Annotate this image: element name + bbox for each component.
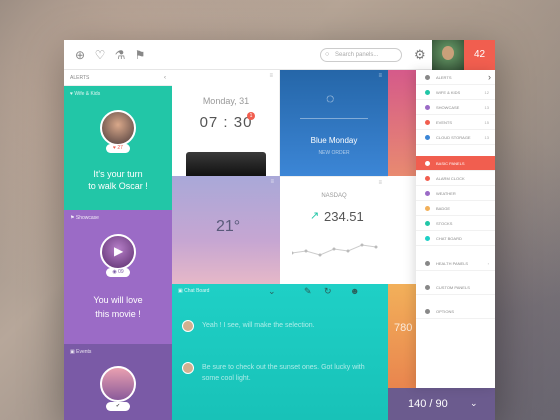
menu-icon[interactable]: ≡ [378,180,382,186]
bp-value: 140 / 90 [408,398,448,410]
chat-message: Yeah ! I see, will make the selection. [202,322,315,329]
card-title: ▣ Events [70,349,92,355]
dropdown-item-custom-panels[interactable]: CUSTOM PANELS [416,280,495,295]
panels-dropdown[interactable]: ALERTS › WIFE & KIDS 12 SHOWCASE 13 EVEN… [416,70,495,388]
user-avatar[interactable] [432,40,464,70]
top-bar: ⊕ ♡ ⚗ ⚑ ○ Search panels... ⚙ 42 [64,40,495,70]
contact-photo [100,110,136,146]
card-title: ♥ Wife & Kids [70,91,101,97]
dropdown-item-alarm-clock[interactable]: ALARM CLOCK [416,171,495,186]
dashboard-window: ⊕ ♡ ⚗ ⚑ ○ Search panels... ⚙ 42 ALERTS ‹… [64,40,495,420]
dropdown-item-wife-kids[interactable]: WIFE & KIDS 12 [416,85,495,100]
song-title: Blue Monday [310,136,358,145]
add-icon[interactable]: ⊕ [72,47,88,63]
alerts-header[interactable]: ALERTS ‹ [64,70,172,86]
gear-icon[interactable]: ⚙ [414,47,426,63]
chevron-down-icon[interactable]: ⌄ [268,286,276,297]
movie-photo: ▶ [100,234,136,270]
dropdown-item-chat-board[interactable]: CHAT BOARD [416,231,495,246]
stock-sparkline [292,243,378,257]
dropdown-item-weather[interactable]: WEATHER [416,186,495,201]
dropdown-item-showcase[interactable]: SHOWCASE 13 [416,100,495,115]
chevron-left-icon[interactable]: ‹ [164,70,166,86]
blood-pressure-card[interactable]: 140 / 90 ⌄ [388,388,495,420]
dropdown-item-events[interactable]: EVENTS 15 [416,115,495,130]
play-icon[interactable]: ▶ [114,244,123,258]
stock-card[interactable]: ≡ NASDAQ ↗ 234.51 [280,176,388,284]
refresh-icon[interactable]: ↻ [324,286,332,297]
chevron-right-icon[interactable]: › [488,256,489,271]
search-placeholder: Search panels... [335,52,379,58]
song-artist: NEW ORDER [318,150,350,156]
alarm-device-image [186,152,266,176]
weather-card[interactable]: ≡ 21° [172,176,280,284]
user-icon[interactable]: ☻ [350,286,359,296]
stock-value: 234.51 [324,209,364,224]
date-label: Monday, 31 [202,96,250,106]
menu-icon[interactable]: ≡ [378,73,382,79]
stock-label: NASDAQ [321,193,347,199]
search-icon: ○ [325,51,330,58]
chat-title: ▣ Chat Board [178,288,210,294]
music-card[interactable]: ≡ ◌ Blue Monday NEW ORDER [280,70,388,176]
check-icon[interactable]: ✔ [106,402,130,411]
chat-board-card[interactable]: ▣ Chat Board ⌄ ✎ ↻ ☻ Yeah ! I see, will … [172,284,388,420]
menu-icon[interactable]: ≡ [270,179,274,185]
view-badge[interactable]: ◉ 09 [106,268,130,277]
notification-badge[interactable]: 42 [464,40,495,70]
chevron-down-icon[interactable]: ⌄ [470,398,478,409]
chat-message: Be sure to check out the sunset ones. Go… [202,364,365,382]
flask-icon[interactable]: ⚗ [112,47,128,63]
arrow-up-icon: ↗ [310,210,320,222]
menu-icon[interactable]: ≡ [269,73,273,79]
showcase-card[interactable]: ⚑ Showcase ▶ ◉ 09 You will love this mov… [64,210,172,344]
temperature: 21° [216,218,241,235]
dropdown-item-health-panels[interactable]: HEALTH PANELS › [416,256,495,271]
dropdown-dot [425,75,430,80]
card-message-line2: this movie ! [95,309,141,319]
card-message-line2: to walk Oscar ! [88,181,148,191]
alarm-alert-badge: 1 [247,112,255,120]
search-input[interactable]: ○ Search panels... [320,48,402,62]
chevron-right-icon[interactable]: › [488,70,491,85]
dropdown-item-basic-panels[interactable]: BASIC PANELS [416,156,495,171]
music-logo-icon: ◌ [326,90,335,106]
pencil-icon[interactable]: ✎ [304,286,312,297]
like-badge[interactable]: ♥ 27 [106,144,130,153]
dropdown-item-cloud-storage[interactable]: CLOUD STORAGE 13 [416,130,495,145]
wife-kids-card[interactable]: ♥ Wife & Kids ♥ 27 It's your turn to wal… [64,86,172,210]
events-card[interactable]: ▣ Events ✔ [64,344,172,420]
landscape-photo [388,70,418,176]
alarm-time: 07 : 30 [199,114,253,131]
card-message-line1: It's your turn [93,169,143,179]
alarm-clock-card[interactable]: ≡ Monday, 31 07 : 30 1 [172,70,280,176]
event-photo [100,366,136,402]
flag-icon[interactable]: ⚑ [132,47,148,63]
chat-avatar [182,362,194,374]
alerts-label: ALERTS [70,75,90,81]
dropdown-item-options[interactable]: OPTIONS [416,304,495,319]
progress-bar[interactable] [300,118,368,119]
card-message-line1: You will love [93,295,143,305]
dropdown-item-badge[interactable]: BADGE [416,201,495,216]
dropdown-item-stocks[interactable]: STOCKS [416,216,495,231]
chat-avatar [182,320,194,332]
card-title: ⚑ Showcase [70,215,99,221]
heart-icon[interactable]: ♡ [92,47,108,63]
dropdown-item-alerts[interactable]: ALERTS › [416,70,495,85]
